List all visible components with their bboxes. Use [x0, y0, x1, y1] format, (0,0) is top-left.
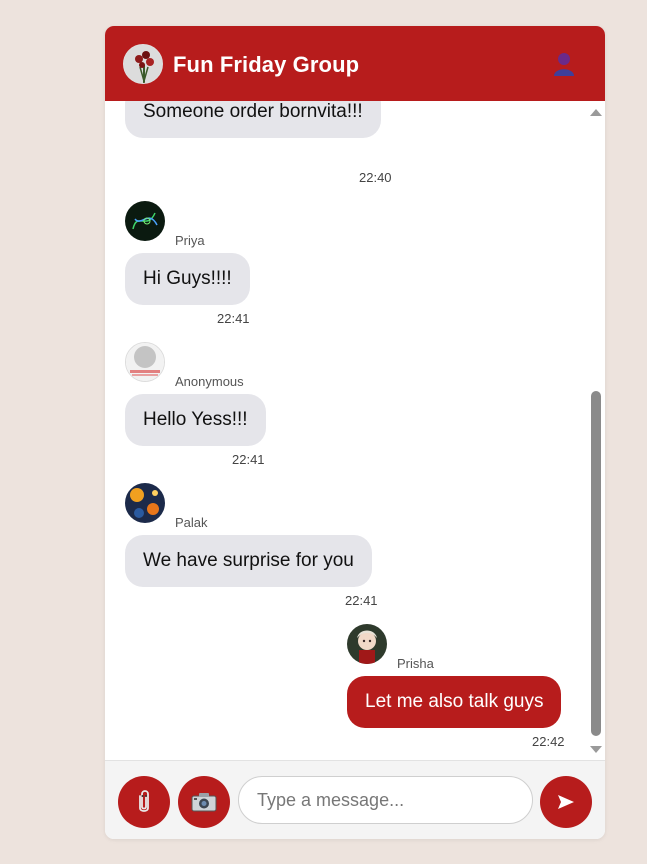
sender-name: Palak	[175, 515, 208, 530]
scroll-up-arrow-icon[interactable]	[590, 109, 602, 116]
camera-button[interactable]	[178, 776, 230, 828]
bouquet-avatar-icon	[124, 45, 162, 83]
message-time: 22:41	[232, 452, 265, 467]
message-bubble: We have surprise for you	[125, 535, 372, 587]
message-bubble: Someone order bornvita!!!	[125, 101, 381, 138]
attach-button[interactable]	[118, 776, 170, 828]
chat-header: Fun Friday Group	[105, 26, 605, 101]
user-icon[interactable]	[553, 52, 575, 76]
sender-name: Priya	[175, 233, 205, 248]
message-bubble: Hello Yess!!!	[125, 394, 266, 446]
send-icon	[558, 795, 574, 809]
message-bubble: Hi Guys!!!!	[125, 253, 250, 305]
anonymous-avatar[interactable]	[125, 342, 165, 382]
scroll-thumb[interactable]	[591, 391, 601, 736]
chat-window: Fun Friday Group Someone order bornvita!…	[105, 26, 605, 839]
composer-bar	[105, 760, 605, 839]
message-time: 22:41	[345, 593, 378, 608]
message-list[interactable]: Someone order bornvita!!! 22:40 Priya Hi…	[105, 101, 605, 760]
palak-avatar[interactable]	[125, 483, 165, 523]
scroll-down-arrow-icon[interactable]	[590, 746, 602, 753]
message-input[interactable]	[238, 776, 533, 824]
message-time: 22:42	[532, 734, 565, 749]
message-time: 22:41	[217, 311, 250, 326]
send-button[interactable]	[540, 776, 592, 828]
group-title: Fun Friday Group	[173, 52, 360, 77]
sender-name: Anonymous	[175, 374, 244, 389]
message-bubble: Let me also talk guys	[347, 676, 562, 728]
prisha-avatar[interactable]	[347, 624, 387, 664]
message-time: 22:40	[359, 170, 392, 185]
group-avatar[interactable]	[123, 44, 163, 84]
sender-name: Prisha	[397, 656, 434, 671]
camera-icon	[191, 793, 217, 812]
message-scrollbar[interactable]	[587, 101, 605, 760]
priya-avatar[interactable]	[125, 201, 165, 241]
paperclip-icon	[139, 790, 149, 812]
